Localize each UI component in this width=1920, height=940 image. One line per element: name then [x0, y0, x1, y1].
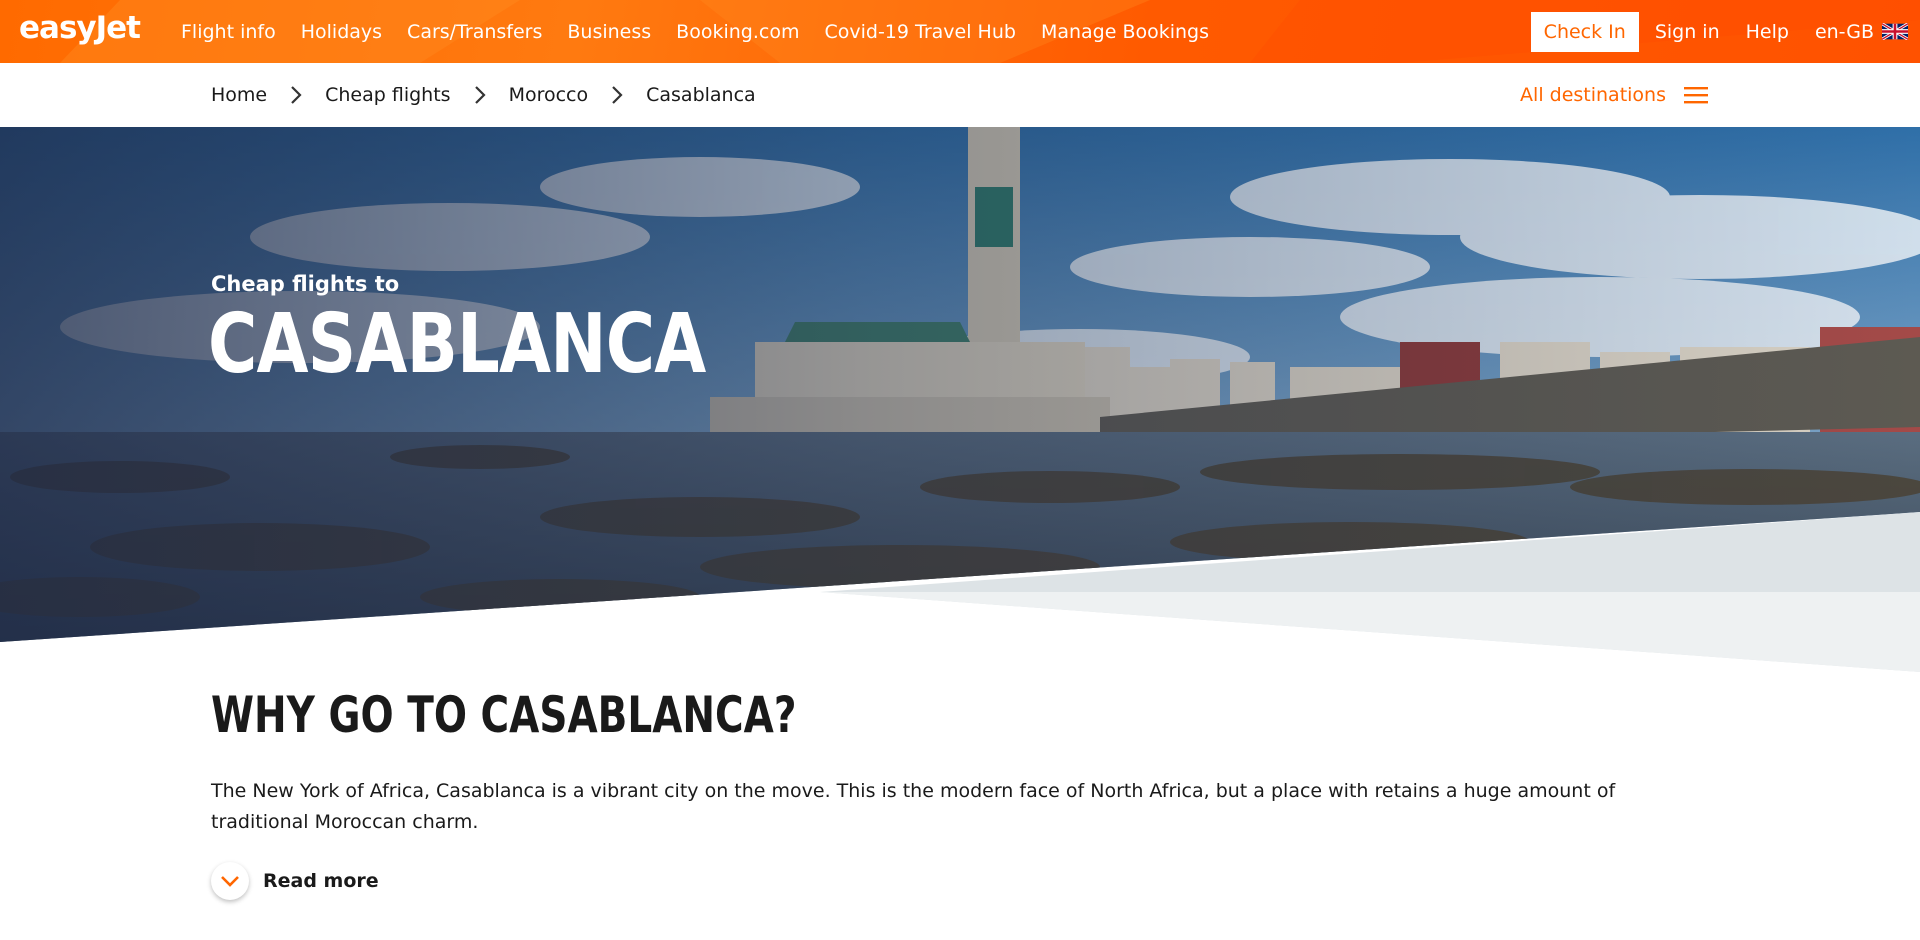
language-label: en-GB — [1814, 20, 1874, 43]
breadcrumb-bar: Home Cheap flights Morocco Casablanca Al… — [0, 63, 1920, 128]
section-heading: WHY GO TO CASABLANCA? — [211, 686, 797, 744]
sign-in-link[interactable]: Sign in — [1655, 21, 1720, 43]
nav-cars-transfers[interactable]: Cars/Transfers — [407, 21, 542, 43]
read-more-toggle[interactable] — [211, 862, 249, 900]
intro-paragraph: The New York of Africa, Casablanca is a … — [211, 780, 1616, 833]
breadcrumb-casablanca: Casablanca — [646, 84, 756, 106]
nav-covid-travel-hub[interactable]: Covid-19 Travel Hub — [824, 21, 1015, 43]
nav-holidays[interactable]: Holidays — [301, 21, 382, 43]
hero-title: CASABLANCA — [208, 297, 706, 392]
check-in-button[interactable]: Check In — [1530, 11, 1639, 52]
breadcrumb-morocco[interactable]: Morocco — [509, 84, 589, 106]
hero-banner: Cheap flights to CASABLANCA — [0, 127, 1920, 672]
read-more-button[interactable]: Read more — [211, 862, 379, 900]
casablanca-hero-image — [0, 127, 1920, 672]
breadcrumb: Home Cheap flights Morocco Casablanca — [211, 63, 756, 127]
uk-flag-icon — [1882, 23, 1908, 40]
language-selector[interactable]: en-GB — [1815, 21, 1908, 43]
chevron-right-icon — [612, 86, 623, 104]
easyjet-logo[interactable]: easyJet — [19, 10, 141, 46]
help-link[interactable]: Help — [1746, 21, 1789, 43]
read-more-label: Read more — [263, 870, 379, 892]
nav-booking-com[interactable]: Booking.com — [676, 21, 799, 43]
breadcrumb-cheap-flights[interactable]: Cheap flights — [325, 84, 450, 106]
chevron-right-icon — [474, 86, 486, 104]
nav-flight-info[interactable]: Flight info — [181, 21, 276, 43]
hamburger-menu-icon — [1684, 87, 1708, 104]
main-nav: Flight info Holidays Cars/Transfers Busi… — [181, 0, 1234, 63]
account-nav: Check In Sign in Help en-GB — [1530, 0, 1920, 63]
nav-business[interactable]: Business — [567, 21, 651, 43]
chevron-right-icon — [291, 86, 302, 104]
breadcrumb-home[interactable]: Home — [211, 84, 267, 106]
top-navigation-bar: easyJet Flight info Holidays Cars/Transf… — [0, 0, 1920, 63]
hero-subtitle: Cheap flights to — [211, 272, 400, 296]
all-destinations-label: All destinations — [1520, 84, 1666, 106]
chevron-down-icon — [221, 876, 239, 887]
all-destinations-button[interactable]: All destinations — [1520, 63, 1708, 127]
nav-manage-bookings[interactable]: Manage Bookings — [1041, 21, 1209, 43]
